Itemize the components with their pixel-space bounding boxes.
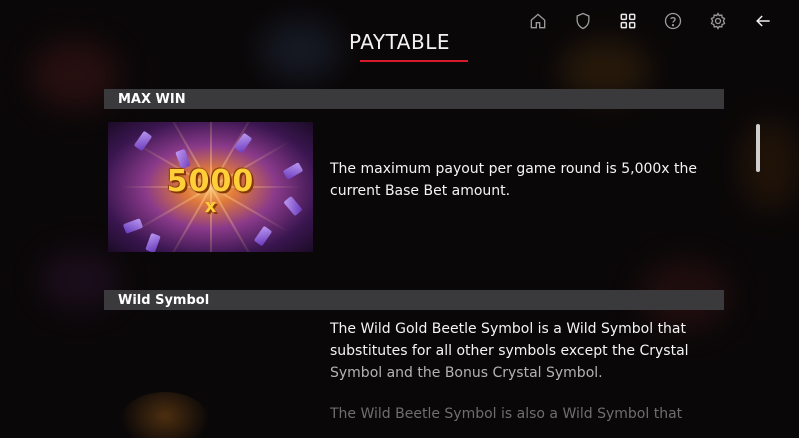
wild-symbol-line-1: The Wild Gold Beetle Symbol is a Wild Sy…: [330, 321, 687, 337]
help-icon: [664, 12, 681, 30]
max-win-description: The maximum payout per game round is 5,0…: [330, 161, 698, 199]
crystal-icon: [233, 132, 253, 154]
grid-icon: [620, 13, 635, 29]
crystal-icon: [133, 130, 153, 152]
wild-symbol-line-4: The Wild Beetle Symbol is also a Wild Sy…: [330, 406, 683, 422]
gear-icon: [710, 12, 725, 30]
section-header-wild-symbol-label: Wild Symbol: [118, 292, 210, 308]
crystal-icon: [145, 232, 161, 252]
title-underline: [360, 60, 468, 62]
arrow-left-icon: [755, 15, 770, 27]
page-title-text: PAYTABLE: [349, 30, 450, 54]
home-icon: [530, 13, 545, 29]
max-win-x: x: [204, 196, 217, 217]
wild-symbol-line-2: substitutes for all other symbols except…: [330, 343, 689, 359]
shield-icon: [576, 12, 589, 30]
decor-glow: [120, 392, 210, 438]
max-win-multiplier: 5000: [166, 164, 255, 199]
wild-symbol-line-3: Symbol and the Bonus Crystal Symbol.: [330, 365, 603, 381]
max-win-image: 5000 x: [108, 122, 313, 252]
crystal-icon: [253, 225, 273, 247]
section-header-max-win: MAX WIN: [104, 89, 724, 109]
section-header-max-win-label: MAX WIN: [118, 91, 186, 107]
scrollbar-thumb[interactable]: [756, 124, 760, 172]
section-header-wild-symbol: Wild Symbol: [104, 290, 724, 310]
page-title: PAYTABLE: [0, 30, 799, 54]
